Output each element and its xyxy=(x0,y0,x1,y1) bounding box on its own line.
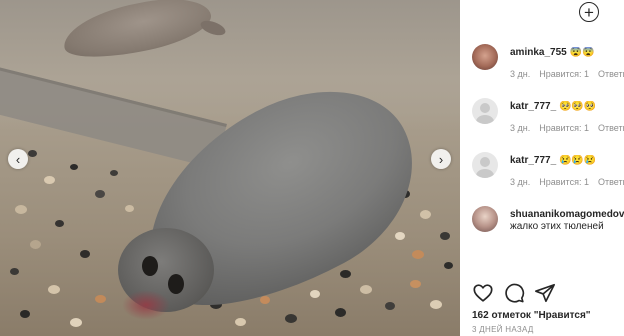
comment-likes[interactable]: Нравится: 1 xyxy=(539,123,589,133)
comments-sidebar: + aminka_755 😨😨 3 дн. Нравится: 1 Ответить… xyxy=(460,0,624,336)
new-post-button[interactable]: + xyxy=(579,2,599,22)
comment-text: katr_777_ 🥺🥺🥺 xyxy=(510,101,624,113)
comment-text: aminka_755 😨😨 xyxy=(510,47,624,59)
post-actions xyxy=(472,282,612,306)
comment-text: katr_777_ 😢😢😢 xyxy=(510,155,624,167)
avatar[interactable] xyxy=(472,152,498,178)
comment-time[interactable]: 3 дн. xyxy=(510,69,530,79)
seal-nostril-right xyxy=(168,274,184,294)
reply-button[interactable]: Ответить xyxy=(598,177,624,187)
comment-body: жалко этих тюленей xyxy=(510,221,604,232)
avatar[interactable] xyxy=(472,98,498,124)
comment-body: 😢😢😢 xyxy=(558,155,597,166)
plus-icon: + xyxy=(584,2,594,22)
seal-nostril-left xyxy=(142,256,158,276)
comment-likes[interactable]: Нравится: 1 xyxy=(539,69,589,79)
share-icon[interactable] xyxy=(534,282,556,304)
comment-time[interactable]: 3 дн. xyxy=(510,177,530,187)
blood-stain xyxy=(122,290,170,320)
post-timestamp[interactable]: 3 ДНЕЙ НАЗАД xyxy=(472,325,534,334)
sidebar-top-bar: + xyxy=(460,0,624,28)
reply-button[interactable]: Ответить xyxy=(598,123,624,133)
chevron-left-icon: ‹ xyxy=(15,151,21,167)
avatar[interactable] xyxy=(472,44,498,70)
comment-icon[interactable] xyxy=(503,282,525,304)
comment-body: 😨😨 xyxy=(569,47,595,58)
prev-photo-button[interactable]: ‹ xyxy=(8,149,28,169)
comment-username[interactable]: katr_777_ xyxy=(510,155,556,166)
comment-username[interactable]: katr_777_ xyxy=(510,101,556,112)
comment-body: 🥺🥺🥺 xyxy=(558,101,597,112)
post-photo: ‹ › xyxy=(0,0,460,336)
comment-time[interactable]: 3 дн. xyxy=(510,123,530,133)
comment-meta: 3 дн. Нравится: 1 Ответить xyxy=(510,177,624,187)
comment-meta: 3 дн. Нравится: 1 Ответить xyxy=(510,69,624,79)
reply-button[interactable]: Ответить xyxy=(598,69,624,79)
comment-likes[interactable]: Нравится: 1 xyxy=(539,177,589,187)
comment-text: shuananikomagomedova жалко этих тюленей xyxy=(510,209,624,233)
avatar[interactable] xyxy=(472,206,498,232)
next-photo-button[interactable]: › xyxy=(431,149,451,169)
chevron-right-icon: › xyxy=(438,151,444,167)
comment-username[interactable]: shuananikomagomedova xyxy=(510,209,624,221)
likes-count[interactable]: 162 отметок "Нравится" xyxy=(472,310,591,321)
comment-meta: 3 дн. Нравится: 1 Ответить xyxy=(510,123,624,133)
heart-icon[interactable] xyxy=(472,282,494,304)
comment-username[interactable]: aminka_755 xyxy=(510,47,567,58)
